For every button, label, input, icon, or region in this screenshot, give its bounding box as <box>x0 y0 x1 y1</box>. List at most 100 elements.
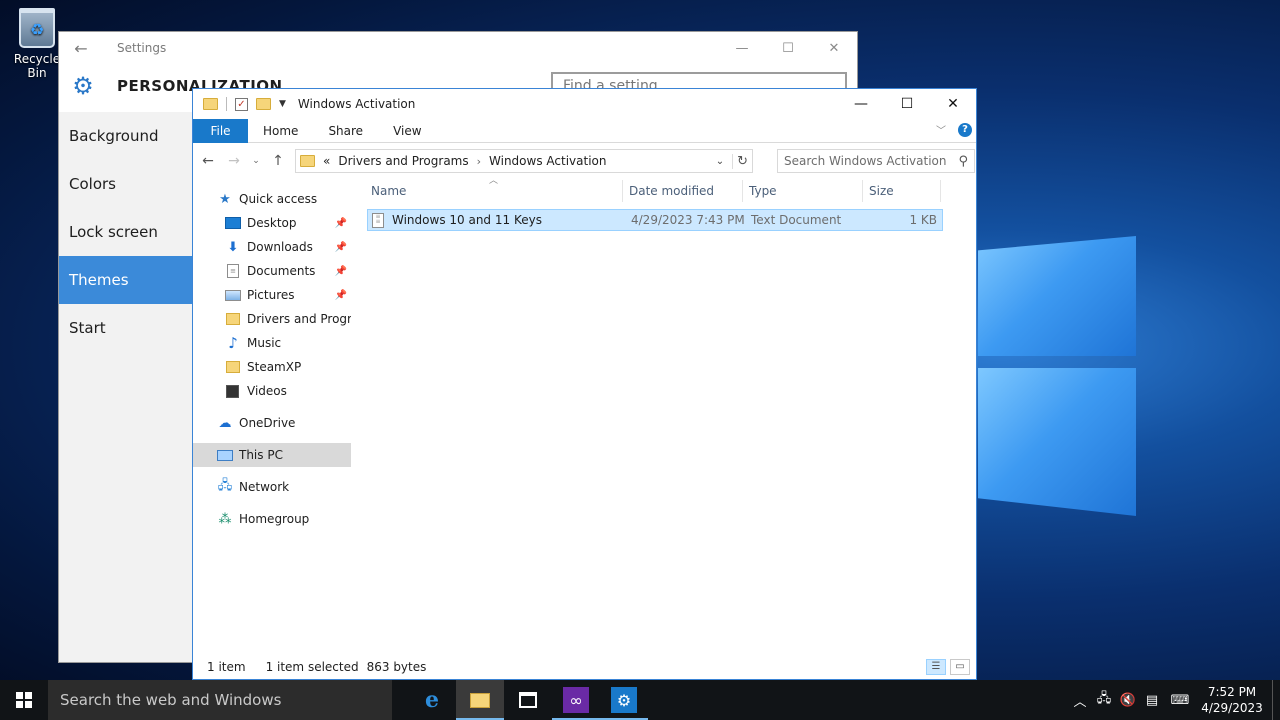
new-folder-icon[interactable] <box>256 98 271 110</box>
breadcrumb-overflow[interactable]: « <box>323 154 330 168</box>
details-view-icon[interactable]: ☰ <box>926 659 946 675</box>
tree-item-this-pc[interactable]: This PC <box>193 443 351 467</box>
file-type: Text Document <box>751 213 842 227</box>
breadcrumb-windows-activation[interactable]: Windows Activation <box>489 154 606 168</box>
tree-item-documents[interactable]: ≡ Documents 📌 <box>193 259 351 283</box>
volume-muted-icon[interactable]: 🔇 <box>1116 693 1140 708</box>
chevron-right-icon[interactable]: › <box>477 155 481 168</box>
taskbar-file-explorer[interactable] <box>456 680 504 720</box>
clock-date: 4/29/2023 <box>1201 701 1263 715</box>
desktop-icon <box>225 217 241 229</box>
file-date: 4/29/2023 7:43 PM <box>631 213 745 227</box>
tree-item-quick-access[interactable]: ★ Quick access <box>193 187 351 211</box>
taskbar-search-input[interactable]: Search the web and Windows <box>48 680 392 720</box>
start-button[interactable] <box>0 680 48 720</box>
settings-nav: Background Colors Lock screen Themes Sta… <box>59 112 193 662</box>
cloud-icon: ☁ <box>218 415 232 431</box>
tree-label: Homegroup <box>239 512 310 526</box>
ribbon-file-tab[interactable]: File <box>193 118 248 143</box>
taskbar-store[interactable] <box>504 680 552 720</box>
chevron-up-icon[interactable]: ︿ <box>1068 691 1092 710</box>
nav-item-colors[interactable]: Colors <box>59 160 193 208</box>
search-placeholder: Search Windows Activation <box>784 154 947 168</box>
up-arrow-icon[interactable]: ↑ <box>269 153 287 169</box>
network-status-icon[interactable]: 🖧 <box>1092 689 1116 711</box>
nav-item-lock-screen[interactable]: Lock screen <box>59 208 193 256</box>
tree-label: Documents <box>247 264 316 278</box>
maximize-button[interactable]: ☐ <box>884 89 930 119</box>
properties-icon[interactable]: ✓ <box>235 97 248 111</box>
tree-item-onedrive[interactable]: ☁ OneDrive <box>193 411 351 435</box>
tree-label: Drivers and Programs <box>247 312 351 326</box>
file-row[interactable]: ≡ ≡ Windows 10 and 11 Keys 4/29/2023 7:43… <box>367 209 943 231</box>
taskbar-edge[interactable]: e <box>408 680 456 720</box>
system-tray: ︿ 🖧 🔇 ▤ ⌨ 7:52 PM 4/29/2023 <box>1068 680 1280 720</box>
windows-logo-wallpaper <box>978 212 1140 520</box>
back-arrow-icon[interactable]: ← <box>59 39 103 58</box>
breadcrumb-drivers-and-programs[interactable]: Drivers and Programs <box>338 154 468 168</box>
tree-label: Quick access <box>239 192 318 206</box>
nav-item-themes[interactable]: Themes <box>59 256 193 304</box>
large-icons-view-icon[interactable]: ▭ <box>950 659 970 675</box>
document-icon: ≡ <box>227 264 239 278</box>
store-icon <box>519 692 537 708</box>
taskbar-settings[interactable]: ⚙ <box>600 680 648 720</box>
help-icon[interactable]: ? <box>958 122 972 137</box>
action-center-icon[interactable]: ▤ <box>1140 693 1164 708</box>
music-note-icon: ♪ <box>228 334 238 352</box>
tree-item-network[interactable]: 🖧 Network <box>193 475 351 499</box>
recycle-bin-label: Recycle Bin <box>13 52 61 80</box>
column-header-type[interactable]: Type <box>743 180 863 202</box>
pin-icon: 📌 <box>334 217 347 229</box>
taskbar: Search the web and Windows e ∞ ⚙ ︿ 🖧 🔇 ▤… <box>0 680 1280 720</box>
column-header-size[interactable]: Size <box>863 180 941 202</box>
minimize-button[interactable]: — <box>838 89 884 119</box>
file-explorer-window[interactable]: ✓ ▼ Windows Activation — ☐ ✕ File Home S… <box>192 88 977 680</box>
folder-icon <box>203 98 218 110</box>
nav-item-background[interactable]: Background <box>59 112 193 160</box>
column-header-date[interactable]: Date modified <box>623 180 743 202</box>
expand-ribbon-icon[interactable]: ﹀ <box>936 122 946 137</box>
keyboard-icon[interactable]: ⌨ <box>1164 693 1196 708</box>
customize-toolbar-icon[interactable]: ▼ <box>279 99 286 109</box>
show-desktop-button[interactable] <box>1272 680 1280 720</box>
tree-item-drivers-and-programs[interactable]: Drivers and Programs <box>193 307 351 331</box>
sort-ascending-icon: ︿ <box>489 176 499 186</box>
tree-item-steamxp[interactable]: SteamXP <box>193 355 351 379</box>
ribbon-tab-share[interactable]: Share <box>313 124 378 138</box>
refresh-icon[interactable]: ↻ <box>732 153 748 169</box>
ribbon-tab-view[interactable]: View <box>378 124 436 138</box>
tree-item-homegroup[interactable]: ⁂ Homegroup <box>193 507 351 531</box>
picture-icon <box>225 289 241 301</box>
ribbon-tab-home[interactable]: Home <box>248 124 313 138</box>
tree-label: SteamXP <box>247 360 302 374</box>
star-icon: ★ <box>219 191 231 207</box>
tree-item-pictures[interactable]: Pictures 📌 <box>193 283 351 307</box>
window-title: Windows Activation <box>297 97 416 111</box>
maximize-button[interactable]: ☐ <box>765 41 811 56</box>
forward-arrow-icon[interactable]: → <box>225 153 243 169</box>
tree-label: Pictures <box>247 288 295 302</box>
search-input[interactable]: Search Windows Activation ⚲ <box>777 149 975 173</box>
tree-item-videos[interactable]: Videos <box>193 379 351 403</box>
clock[interactable]: 7:52 PM 4/29/2023 <box>1196 684 1268 716</box>
close-button[interactable]: ✕ <box>930 89 976 119</box>
recent-locations-icon[interactable]: ⌄ <box>251 156 261 166</box>
tree-item-music[interactable]: ♪ Music <box>193 331 351 355</box>
tree-item-desktop[interactable]: Desktop 📌 <box>193 211 351 235</box>
chevron-down-icon[interactable]: ⌄ <box>716 156 724 167</box>
minimize-button[interactable]: — <box>719 41 765 56</box>
tree-label: Music <box>247 336 282 350</box>
gear-icon: ⚙ <box>72 72 94 100</box>
taskbar-visual-studio[interactable]: ∞ <box>552 680 600 720</box>
gear-icon: ⚙ <box>611 687 637 713</box>
close-button[interactable]: ✕ <box>811 41 857 56</box>
nav-item-start[interactable]: Start <box>59 304 193 352</box>
tree-item-downloads[interactable]: ⬇ Downloads 📌 <box>193 235 351 259</box>
tree-label: Desktop <box>247 216 297 230</box>
back-arrow-icon[interactable]: ← <box>199 153 217 169</box>
address-bar[interactable]: « Drivers and Programs › Windows Activat… <box>295 149 753 173</box>
status-bar: 1 item 1 item selected 863 bytes ☰ ▭ <box>193 655 976 679</box>
folder-icon <box>226 313 240 325</box>
search-icon[interactable]: ⚲ <box>958 154 968 169</box>
